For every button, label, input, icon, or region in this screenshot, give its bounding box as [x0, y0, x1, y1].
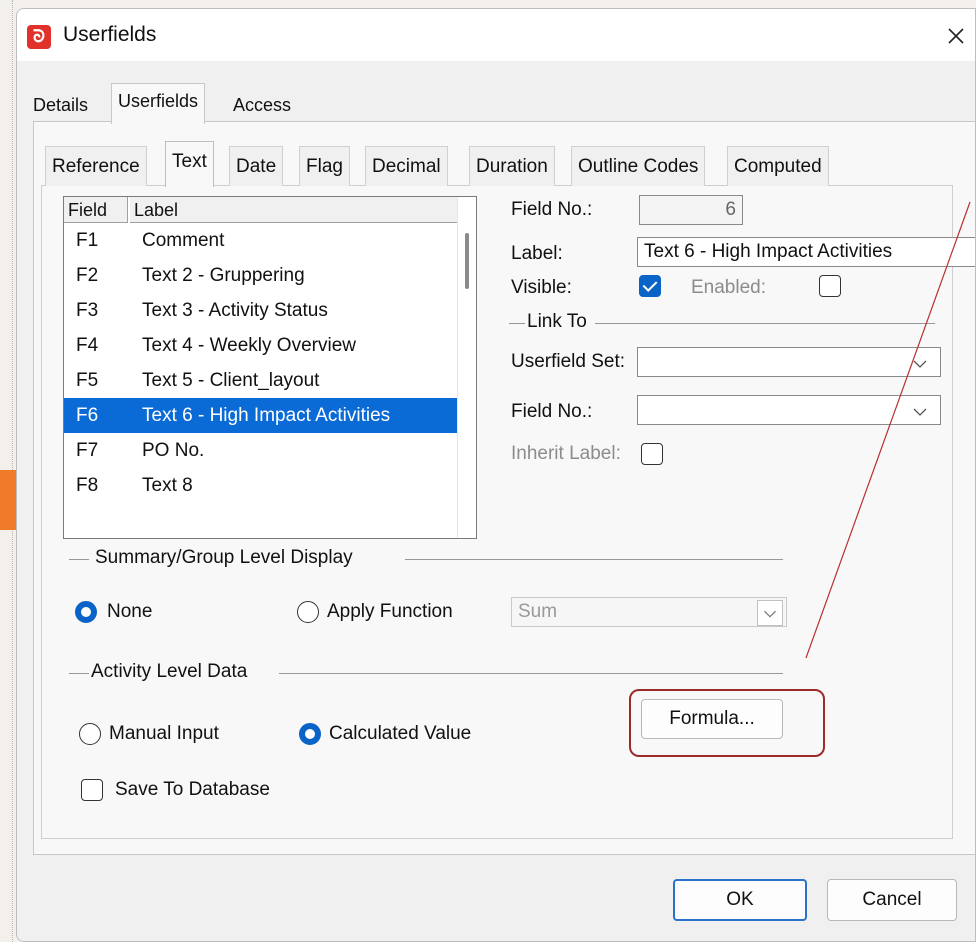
apply-function-radio[interactable]: [297, 601, 319, 623]
list-item[interactable]: F8 Text 8: [64, 468, 460, 503]
tab-userfields[interactable]: Userfields: [111, 83, 206, 124]
none-radio-label: None: [107, 601, 153, 622]
divider: [69, 559, 89, 560]
cancel-button[interactable]: Cancel: [827, 879, 957, 921]
userfield-set-label: Userfield Set:: [511, 351, 626, 372]
list-item-field: F3: [76, 300, 99, 321]
list-item-label: Comment: [142, 230, 225, 251]
list-header: Field Label: [64, 197, 460, 223]
tab-flag[interactable]: Flag: [299, 146, 350, 186]
divider: [509, 323, 525, 324]
tab-access[interactable]: Access: [227, 87, 297, 123]
visible-label: Visible:: [511, 277, 572, 298]
list-item-label: Text 2 - Gruppering: [142, 265, 305, 286]
list-item-field: F1: [76, 230, 99, 251]
column-header-label[interactable]: Label: [130, 197, 460, 223]
activity-group-title: Activity Level Data: [91, 661, 248, 682]
field-no-input[interactable]: 6: [639, 195, 743, 225]
column-header-field[interactable]: Field: [64, 197, 128, 223]
list-item-label: Text 8: [142, 475, 193, 496]
chevron-down-icon[interactable]: [757, 600, 783, 626]
list-item-field: F2: [76, 265, 99, 286]
divider: [405, 559, 783, 560]
link-to-label: Link To: [527, 311, 587, 332]
tab-text[interactable]: Text: [165, 141, 214, 187]
list-scrollbar[interactable]: [457, 197, 476, 538]
link-field-no-label: Field No.:: [511, 401, 593, 422]
background-marker: [0, 470, 16, 530]
calculated-value-radio[interactable]: [299, 723, 321, 745]
tab-duration[interactable]: Duration: [469, 146, 555, 186]
field-no-label: Field No.:: [511, 199, 593, 220]
list-item-selected[interactable]: F6 Text 6 - High Impact Activities: [64, 398, 460, 433]
formula-button[interactable]: Formula...: [641, 699, 783, 739]
apply-function-label: Apply Function: [327, 601, 453, 622]
list-item-field: F5: [76, 370, 99, 391]
tab-decimal[interactable]: Decimal: [365, 146, 448, 186]
list-item[interactable]: F3 Text 3 - Activity Status: [64, 293, 460, 328]
summary-group-title: Summary/Group Level Display: [95, 547, 353, 568]
list-item[interactable]: F1 Comment: [64, 223, 460, 258]
list-item-label: Text 6 - High Impact Activities: [142, 405, 391, 426]
app-logo-icon: ᘐ: [27, 25, 51, 49]
title-bar: ᘐ Userfields: [17, 9, 975, 61]
close-icon[interactable]: [941, 15, 971, 55]
list-item-field: F4: [76, 335, 99, 356]
ok-button[interactable]: OK: [673, 879, 807, 921]
save-to-database-label: Save To Database: [115, 779, 270, 800]
visible-checkbox[interactable]: [639, 275, 661, 297]
manual-input-radio[interactable]: [79, 723, 101, 745]
list-item[interactable]: F5 Text 5 - Client_layout: [64, 363, 460, 398]
function-combo[interactable]: Sum: [511, 597, 787, 627]
label-label: Label:: [511, 243, 563, 264]
window-title: Userfields: [63, 23, 157, 46]
tab-details[interactable]: Details: [27, 87, 94, 123]
tab-date[interactable]: Date: [229, 146, 284, 186]
tab-outline-codes[interactable]: Outline Codes: [571, 146, 706, 186]
tab-reference[interactable]: Reference: [45, 146, 147, 186]
divider: [279, 673, 783, 674]
calculated-value-label: Calculated Value: [329, 723, 472, 744]
list-item-label: Text 3 - Activity Status: [142, 300, 328, 321]
annotation-arrow: [805, 201, 971, 659]
userfield-list[interactable]: Field Label F1 Comment F2 Text 2 - Grupper…: [63, 196, 477, 539]
list-item[interactable]: F2 Text 2 - Gruppering: [64, 258, 460, 293]
list-item[interactable]: F4 Text 4 - Weekly Overview: [64, 328, 460, 363]
list-item-label: Text 4 - Weekly Overview: [142, 335, 356, 356]
list-item-field: F6: [76, 405, 99, 426]
list-item-label: PO No.: [142, 440, 205, 461]
list-item-field: F8: [76, 475, 99, 496]
none-radio[interactable]: [75, 601, 97, 623]
tab-computed[interactable]: Computed: [727, 146, 829, 186]
inherit-label-label: Inherit Label:: [511, 443, 621, 464]
save-to-database-checkbox[interactable]: [81, 779, 103, 801]
divider: [69, 673, 89, 674]
inherit-label-checkbox[interactable]: [641, 443, 663, 465]
list-item-label: Text 5 - Client_layout: [142, 370, 320, 391]
enabled-label: Enabled:: [691, 277, 767, 298]
scrollbar-thumb[interactable]: [465, 233, 469, 289]
list-item-field: F7: [76, 440, 99, 461]
manual-input-label: Manual Input: [109, 723, 219, 744]
list-item[interactable]: F7 PO No.: [64, 433, 460, 468]
